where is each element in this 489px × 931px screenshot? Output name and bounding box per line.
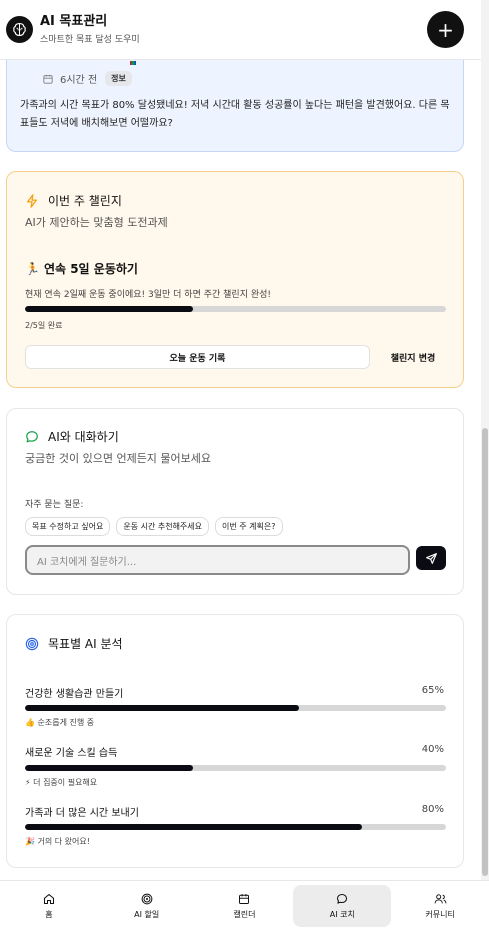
chat-input[interactable]: AI 코치에게 질문하기... — [25, 545, 410, 575]
challenge-name-row: 🏃 연속 5일 운동하기 — [25, 260, 138, 277]
add-goal-button[interactable]: + — [427, 11, 464, 48]
nav-ai-tasks[interactable]: AI 할일 — [98, 881, 196, 931]
weekly-challenge-card: 이번 주 챌린지 AI가 제안하는 맞춤형 도전과제 🏃 연속 5일 운동하기 … — [6, 171, 464, 388]
goal-note: 🎉 거의 다 왔어요! — [25, 837, 90, 846]
target-icon — [25, 637, 39, 650]
challenge-subtitle: AI가 제안하는 맞춤형 도전과제 — [25, 216, 168, 229]
runner-icon: 🏃 — [25, 261, 40, 276]
challenge-name: 연속 5일 운동하기 — [43, 262, 138, 276]
plus-icon: + — [437, 17, 454, 42]
analysis-title: 목표별 AI 분석 — [48, 637, 123, 651]
bottom-nav: 홈 AI 할일 캘린더 AI 코치 커뮤니티 — [0, 880, 489, 931]
goal-progress-bar — [25, 765, 446, 771]
info-badge: 정보 — [105, 71, 132, 86]
record-exercise-button[interactable]: 오늘 운동 기록 — [25, 345, 370, 369]
challenge-progress-bar — [25, 306, 446, 312]
chat-header: AI와 대화하기 — [25, 428, 119, 445]
goal-analysis-card: 목표별 AI 분석 건강한 생활습관 만들기 65% 👍 순조롭게 진행 중 새… — [6, 614, 464, 868]
goal-name: 가족과 더 많은 시간 보내기 — [25, 808, 139, 819]
faq-chip[interactable]: 목표 수정하고 싶어요 — [25, 517, 111, 536]
insight-message: 가족과의 시간 목표가 80% 달성됐네요! 저녁 시간대 활동 성공률이 높다… — [20, 100, 450, 129]
nav-label: 커뮤니티 — [425, 909, 455, 919]
brain-logo-icon — [6, 16, 33, 43]
goal-progress-fill — [25, 705, 299, 711]
ai-chat-card: AI와 대화하기 궁금한 것이 있으면 언제든지 물어보세요 자주 묻는 질문:… — [6, 408, 464, 595]
calendar-icon — [239, 893, 250, 904]
app-subtitle: 스마트한 목표 달성 도우미 — [40, 35, 140, 45]
nav-label: 캘린더 — [233, 909, 256, 919]
target-icon — [141, 893, 153, 904]
goal-progress-fill — [25, 824, 362, 830]
lightning-icon: ⚡ — [25, 778, 31, 787]
analysis-header: 목표별 AI 분석 — [25, 635, 123, 652]
lightning-icon — [27, 193, 37, 208]
send-button[interactable] — [416, 546, 446, 570]
challenge-header: 이번 주 챌린지 — [25, 192, 122, 209]
goal-percent: 40% — [421, 744, 444, 755]
challenge-description: 현재 연속 2일째 운동 중이에요! 3일만 더 하면 주간 챌린지 완성! — [25, 290, 271, 300]
chat-icon — [337, 893, 348, 904]
nav-calendar[interactable]: 캘린더 — [196, 881, 294, 931]
insight-time: 6시간 전 — [60, 75, 98, 86]
goal-progress-bar — [25, 824, 446, 830]
challenge-progress-fill — [25, 306, 194, 312]
goal-progress-fill — [25, 765, 194, 771]
scrollbar-thumb[interactable] — [482, 428, 488, 876]
change-challenge-button[interactable]: 챌린지 변경 — [378, 345, 448, 369]
goal-name: 새로운 기술 스킬 습득 — [25, 748, 118, 759]
chat-title: AI와 대화하기 — [48, 430, 119, 444]
nav-label: 홈 — [45, 909, 53, 919]
thumbs-up-icon: 👍 — [25, 718, 35, 727]
app-title: AI 목표관리 — [40, 14, 108, 29]
nav-label: AI 할일 — [134, 909, 160, 919]
goal-percent: 65% — [421, 685, 444, 696]
faq-chips: 목표 수정하고 싶어요 운동 시간 추천해주세요 이번 주 계획은? — [25, 517, 283, 536]
faq-label: 자주 묻는 질문: — [25, 500, 84, 510]
app-header: AI 목표관리 스마트한 목표 달성 도우미 + — [0, 0, 489, 60]
chat-bubble-icon — [26, 430, 38, 442]
calendar-icon — [43, 74, 53, 84]
goal-percent: 80% — [421, 804, 444, 815]
goal-note: 👍 순조롭게 진행 중 — [25, 718, 95, 727]
insight-meta: 6시간 전 정보 — [43, 71, 132, 86]
challenge-progress-label: 2/5일 완료 — [25, 321, 63, 330]
color-dots-icon — [130, 61, 136, 65]
scrollbar-track[interactable] — [481, 0, 489, 880]
challenge-title: 이번 주 챌린지 — [48, 194, 122, 208]
home-icon — [43, 893, 54, 904]
party-icon: 🎉 — [25, 837, 35, 846]
goal-name: 건강한 생활습관 만들기 — [25, 689, 124, 700]
faq-chip[interactable]: 운동 시간 추천해주세요 — [116, 517, 210, 536]
nav-home[interactable]: 홈 — [0, 881, 98, 931]
faq-chip[interactable]: 이번 주 계획은? — [215, 517, 283, 536]
nav-community[interactable]: 커뮤니티 — [391, 881, 489, 931]
chat-subtitle: 궁금한 것이 있으면 언제든지 물어보세요 — [25, 452, 212, 465]
users-icon — [434, 893, 446, 903]
goal-note: ⚡ 더 집중이 필요해요 — [25, 778, 98, 787]
nav-ai-coach[interactable]: AI 코치 — [293, 885, 392, 927]
send-icon — [425, 552, 437, 564]
goal-progress-bar — [25, 705, 446, 711]
nav-label: AI 코치 — [329, 909, 355, 919]
